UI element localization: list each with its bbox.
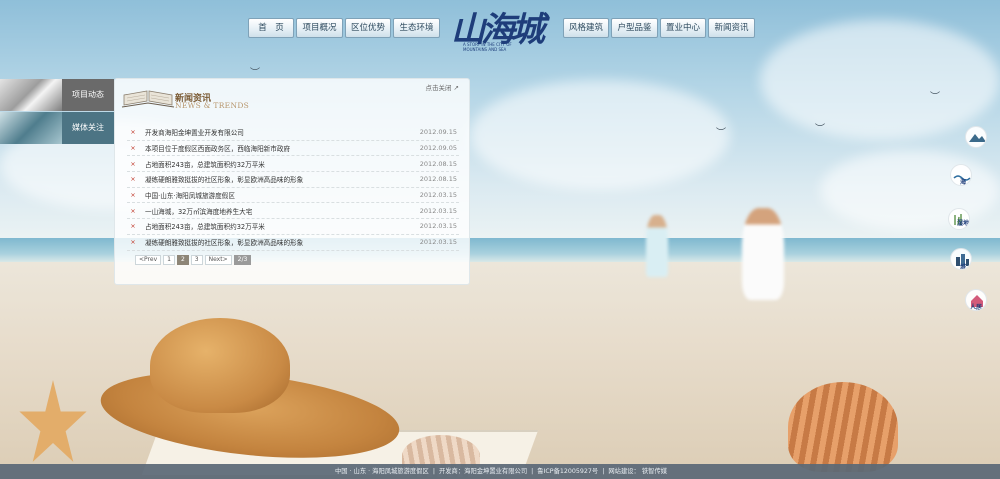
news-date: 2012.03.15 [419, 206, 457, 215]
city-label: 城 [960, 264, 967, 270]
footer-credit-link[interactable]: 铁智传媒 [642, 468, 667, 475]
news-list: × 开发商海阳金坤置业开发有限公司 2012.09.15 × 本项目位于度假区西… [127, 125, 459, 251]
nav-floorplans[interactable]: 户型品鉴 [611, 18, 658, 38]
panel-subtitle: NEWS & TRENDS [175, 101, 250, 110]
news-title[interactable]: 凝练硬朗雅致挺拔的社区形象，彰显欧洲高品味的形象 [139, 237, 409, 247]
side-tab-media[interactable]: 媒体关注 [0, 112, 114, 144]
bullet-x-icon: × [130, 206, 136, 215]
residence-label: 人居 [970, 304, 983, 311]
news-row[interactable]: × 占地面积243亩，总建筑面积约32万平米 2012.03.15 [127, 219, 459, 235]
close-label: 点击关闭 [425, 84, 452, 92]
nav-sales-center[interactable]: 置业中心 [660, 18, 706, 38]
nav-ecology[interactable]: 生态环境 [393, 18, 440, 38]
page-3-button[interactable]: 3 [190, 255, 203, 265]
news-row[interactable]: × 凝练硬朗雅致挺拔的社区形象，彰显欧洲高品味的形象 2012.03.15 [127, 235, 459, 251]
bird-icon: ︶ [250, 68, 260, 79]
seashell-large [788, 382, 898, 472]
bullet-x-icon: × [130, 191, 136, 200]
sea-icon[interactable]: 海 [950, 164, 972, 186]
logo[interactable]: 山海城 A STORY IN THE CITY OF MOUNTAINS AND… [449, 2, 561, 70]
main-nav-left: 首 页 项目概况 区位优势 生态环境 [248, 18, 440, 38]
nav-project-overview[interactable]: 项目概况 [296, 18, 343, 38]
news-row[interactable]: × 凝练硬朗雅致挺拔的社区形象，彰显欧洲高品味的形象 2012.08.15 [127, 172, 459, 188]
bullet-x-icon: × [130, 222, 136, 231]
footer-address: 中国 · 山东 · 海阳凤城旅游度假区 [334, 468, 429, 475]
news-row[interactable]: × 一山海城，32万㎡滨海度地养生大宅 2012.03.15 [127, 203, 459, 220]
bird-icon: ︶ [930, 92, 940, 103]
footer-icp[interactable]: 鲁ICP备12005927号 [537, 468, 598, 475]
wetland-label: 湿地 [957, 220, 970, 227]
bullet-x-icon: × [130, 159, 136, 168]
news-date: 2012.08.15 [419, 159, 457, 168]
news-date: 2012.03.15 [419, 238, 457, 247]
news-title[interactable]: 占地面积243亩，总建筑面积约32万平米 [139, 221, 409, 231]
wetland-icon[interactable]: 湿地 [948, 208, 970, 230]
mountain-icon[interactable] [965, 126, 987, 148]
bullet-x-icon: × [130, 238, 136, 247]
logo-subtitle: A STORY IN THE CITY OF MOUNTAINS AND SEA [463, 42, 512, 52]
person-near [742, 208, 784, 300]
bullet-x-icon: × [130, 175, 136, 184]
nav-location[interactable]: 区位优势 [345, 18, 391, 38]
news-title[interactable]: 占地面积243亩，总建筑面积约32万平米 [139, 159, 409, 169]
side-tab-label: 媒体关注 [62, 112, 114, 144]
news-title[interactable]: 凝练硬朗雅致挺拔的社区形象，彰显欧洲高品味的形象 [139, 174, 409, 184]
news-panel: 点击关闭 ↗ 新闻资讯 NEWS & TRENDS × 开发商海阳金坤置业开发有… [114, 78, 470, 285]
close-panel-link[interactable]: 点击关闭 ↗ [425, 82, 459, 92]
straw-hat-crown [150, 318, 290, 413]
nav-architecture[interactable]: 风格建筑 [563, 18, 609, 38]
bird-icon: ︶ [716, 128, 726, 139]
close-arrow-icon: ↗ [453, 84, 459, 92]
page-1-button[interactable]: 1 [163, 255, 175, 265]
footer-credit-label: 网站建设： [608, 468, 640, 475]
news-title[interactable]: 本项目位于度假区西面政务区，西临海阳新市政府 [139, 143, 409, 153]
news-row[interactable]: × 本项目位于度假区西面政务区，西临海阳新市政府 2012.09.05 [127, 141, 459, 157]
side-tab-label: 项目动态 [62, 79, 114, 111]
news-row[interactable]: × 开发商海阳金坤置业开发有限公司 2012.09.15 [127, 125, 459, 141]
nav-news[interactable]: 新闻资讯 [708, 18, 755, 38]
media-thumbnail [0, 112, 62, 144]
news-date: 2012.03.15 [419, 222, 457, 231]
open-book-icon [121, 90, 175, 108]
news-date: 2012.09.05 [419, 144, 457, 153]
prev-page-button[interactable]: <Prev [135, 255, 162, 265]
bullet-x-icon: × [130, 128, 136, 137]
news-row[interactable]: × 占地面积243亩，总建筑面积约32万平米 2012.08.15 [127, 156, 459, 173]
residence-icon[interactable]: 人居 [965, 289, 987, 311]
cloud [820, 150, 1000, 230]
footer-developer: 开发商：海阳金坤置业有限公司 [438, 468, 528, 475]
news-date: 2012.08.15 [419, 175, 457, 184]
pagination: <Prev 1 2 3 Next> 2/3 [135, 255, 252, 265]
page-2-button[interactable]: 2 [176, 255, 189, 265]
cloud [760, 20, 1000, 140]
news-row[interactable]: × 中国·山东·海阳凤城旅游度假区 2012.03.15 [127, 188, 459, 204]
news-title[interactable]: 开发商海阳金坤置业开发有限公司 [139, 127, 409, 137]
footer: 中国 · 山东 · 海阳凤城旅游度假区 | 开发商：海阳金坤置业有限公司 | 鲁… [0, 464, 1000, 479]
project-news-thumbnail [0, 79, 62, 111]
city-icon[interactable]: 城 [950, 248, 972, 270]
person-far [646, 215, 668, 277]
page-info: 2/3 [233, 255, 252, 265]
next-page-button[interactable]: Next> [204, 255, 232, 265]
news-date: 2012.03.15 [419, 191, 457, 200]
cloud [470, 80, 730, 190]
news-title[interactable]: 一山海城，32万㎡滨海度地养生大宅 [139, 206, 409, 216]
bullet-x-icon: × [130, 144, 136, 153]
main-nav-right: 风格建筑 户型品鉴 置业中心 新闻资讯 [563, 18, 755, 38]
bird-icon: ︶ [815, 124, 825, 135]
side-tab-project-news[interactable]: 项目动态 [0, 79, 114, 111]
news-date: 2012.09.15 [419, 128, 457, 137]
sea-label: 海 [960, 179, 967, 186]
news-title[interactable]: 中国·山东·海阳凤城旅游度假区 [139, 190, 409, 200]
nav-home[interactable]: 首 页 [248, 18, 294, 38]
